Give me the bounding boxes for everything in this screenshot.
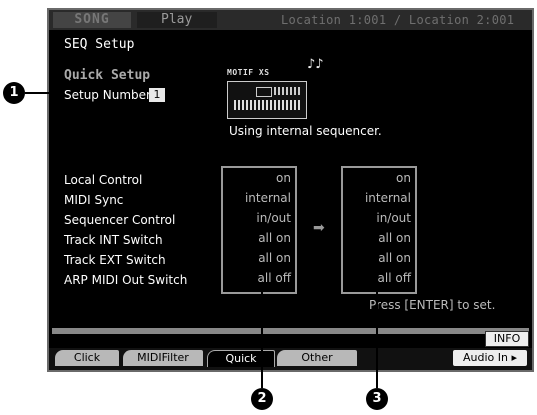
target-value: all on: [378, 231, 411, 245]
callout-2-leader: [261, 292, 263, 388]
music-notes-icon: ♪♪: [307, 57, 324, 72]
song-mode-tab[interactable]: SONG: [53, 12, 131, 28]
setting-label-track-int-switch: Track INT Switch: [64, 233, 163, 247]
keyboard-icon: [227, 81, 307, 119]
keyboard-knobs-icon: [274, 87, 300, 95]
setting-labels: Local Control MIDI Sync Sequencer Contro…: [64, 170, 187, 290]
callout-2: 2: [251, 388, 273, 410]
sequencer-status: Using internal sequencer.: [229, 124, 382, 138]
target-value: all on: [378, 251, 411, 265]
keyboard-keys-icon: [234, 100, 300, 110]
setting-label-sequencer-control: Sequencer Control: [64, 213, 176, 227]
setting-label-track-ext-switch: Track EXT Switch: [64, 253, 166, 267]
current-value: all on: [258, 231, 291, 245]
keyboard-display-icon: [256, 87, 272, 97]
page-title: SEQ Setup: [64, 37, 135, 52]
tab-other[interactable]: Other: [277, 350, 357, 366]
callout-1-leader: [25, 92, 62, 94]
current-value: internal: [244, 191, 291, 205]
play-mode-tab[interactable]: Play: [137, 12, 217, 28]
setting-label-arp-midi-out-switch: ARP MIDI Out Switch: [64, 273, 188, 287]
current-settings-column: on internal in/out all on all on all off: [221, 166, 297, 294]
setting-label-midi-sync: MIDI Sync: [64, 193, 124, 207]
seq-setup-screen: SONG Play Location 1:001 / Location 2:00…: [47, 8, 534, 372]
tab-click[interactable]: Click: [55, 350, 119, 366]
setup-number-field[interactable]: 1: [149, 88, 165, 102]
top-bar: SONG Play Location 1:001 / Location 2:00…: [49, 10, 532, 30]
target-value: on: [396, 171, 411, 185]
arrow-right-icon: ➡: [313, 220, 325, 236]
setup-number-label: Setup Number: [64, 88, 151, 102]
setting-label-local-control: Local Control: [64, 173, 143, 187]
divider-strip: [52, 328, 529, 334]
target-value: all off: [377, 271, 411, 285]
current-value: all off: [257, 271, 291, 285]
location-readout: Location 1:001 / Location 2:001: [281, 13, 515, 27]
quick-setup-heading: Quick Setup: [64, 68, 151, 83]
tab-audio-in[interactable]: Audio In ▸: [453, 350, 527, 366]
tab-quick[interactable]: Quick: [207, 350, 275, 367]
callout-3-leader: [376, 292, 378, 388]
current-value: on: [276, 171, 291, 185]
info-button[interactable]: INFO: [485, 331, 529, 347]
target-settings-column: on internal in/out all on all on all off: [341, 166, 417, 294]
callout-3: 3: [366, 388, 388, 410]
callout-1: 1: [3, 82, 25, 104]
current-value: in/out: [256, 211, 291, 225]
tab-midifilter[interactable]: MIDIFilter: [123, 350, 203, 366]
motif-logo: MOTIF XS: [227, 68, 270, 77]
target-value: internal: [364, 191, 411, 205]
bottom-tab-bar: Click MIDIFilter Quick Other Audio In ▸: [49, 348, 532, 370]
enter-hint: Press [ENTER] to set.: [369, 298, 496, 312]
current-value: all on: [258, 251, 291, 265]
target-value: in/out: [376, 211, 411, 225]
motif-logo-text: MOTIF XS: [227, 68, 270, 77]
